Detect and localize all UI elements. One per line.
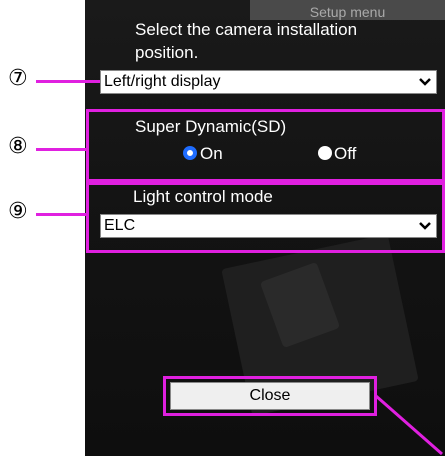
installation-position-select[interactable]: Left/right display	[100, 70, 437, 94]
close-button[interactable]: Close	[170, 382, 370, 410]
light-control-label: Light control mode	[133, 187, 273, 206]
radio-on-icon[interactable]	[183, 146, 197, 160]
super-dynamic-off-label[interactable]: Off	[334, 144, 356, 164]
chevron-down-icon	[419, 78, 431, 86]
installation-heading-line1: Select the camera installation	[135, 20, 358, 39]
setup-menu-banner: Setup menu	[250, 0, 445, 20]
callout-number-9: ⑨	[8, 199, 28, 224]
light-control-select[interactable]: ELC	[100, 214, 437, 238]
callout-number-8: ⑧	[8, 134, 28, 159]
super-dynamic-on-label[interactable]: On	[200, 144, 223, 164]
light-control-value: ELC	[104, 217, 136, 234]
callout-number-7: ⑦	[8, 66, 28, 91]
installation-position-value: Left/right display	[104, 73, 221, 90]
super-dynamic-label: Super Dynamic(SD)	[135, 117, 287, 136]
callout-line-8	[36, 148, 86, 151]
callout-line-9	[36, 213, 86, 216]
close-callout-line	[375, 394, 443, 456]
installation-heading-line2: position.	[135, 43, 199, 62]
chevron-down-icon	[419, 222, 431, 230]
callout-line-7	[36, 80, 100, 83]
radio-off-icon[interactable]	[318, 146, 332, 160]
